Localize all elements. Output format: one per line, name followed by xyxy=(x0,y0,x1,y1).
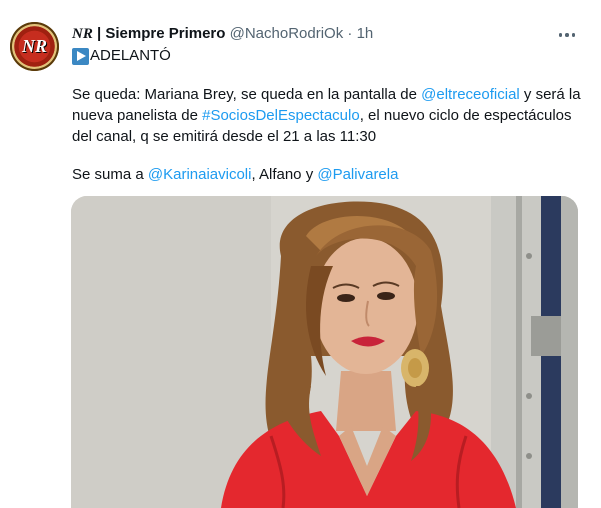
avatar-logo-text: NR xyxy=(21,36,47,56)
tweet-headline: ADELANTÓ xyxy=(90,47,171,64)
separator-dot: · xyxy=(347,25,353,42)
tweet-paragraph-2: Se suma a @Karinaiavicoli, Alfano y @Pal… xyxy=(72,164,398,185)
play-button-icon xyxy=(72,47,89,65)
tweet-media-photo[interactable] xyxy=(71,196,578,508)
hashtag-sociosdelespectaculo[interactable]: #SociosDelEspectaculo xyxy=(202,107,360,124)
paragraph-2-text-b: , Alfano y xyxy=(251,166,318,183)
tweet-header: NR | Siempre Primero @NachoRodriOk · 1h xyxy=(72,24,373,44)
profile-avatar[interactable]: NR xyxy=(10,22,59,71)
tweet-first-line: ADELANTÓ xyxy=(72,46,171,66)
author-name[interactable]: | Siempre Primero xyxy=(93,25,225,42)
tweet-timestamp[interactable]: 1h xyxy=(357,25,374,42)
mention-eltreceoficial[interactable]: @eltreceoficial xyxy=(421,86,520,103)
author-prefix[interactable]: NR xyxy=(72,26,93,42)
tweet-paragraph-1: Se queda: Mariana Brey, se queda en la p… xyxy=(72,84,582,147)
more-options-icon[interactable] xyxy=(556,24,578,46)
mention-karinaiavicoli[interactable]: @Karinaiavicoli xyxy=(148,166,252,183)
author-handle[interactable]: @NachoRodriOk xyxy=(230,25,344,42)
paragraph-1-text-a: Se queda: Mariana Brey, se queda en la p… xyxy=(72,86,422,103)
mention-palivarela[interactable]: @Palivarela xyxy=(317,166,398,183)
paragraph-2-text-a: Se suma a xyxy=(72,166,148,183)
photo-illustration xyxy=(71,196,578,508)
tweet-card[interactable]: NR NR | Siempre Primero @NachoRodriOk · … xyxy=(0,0,601,508)
